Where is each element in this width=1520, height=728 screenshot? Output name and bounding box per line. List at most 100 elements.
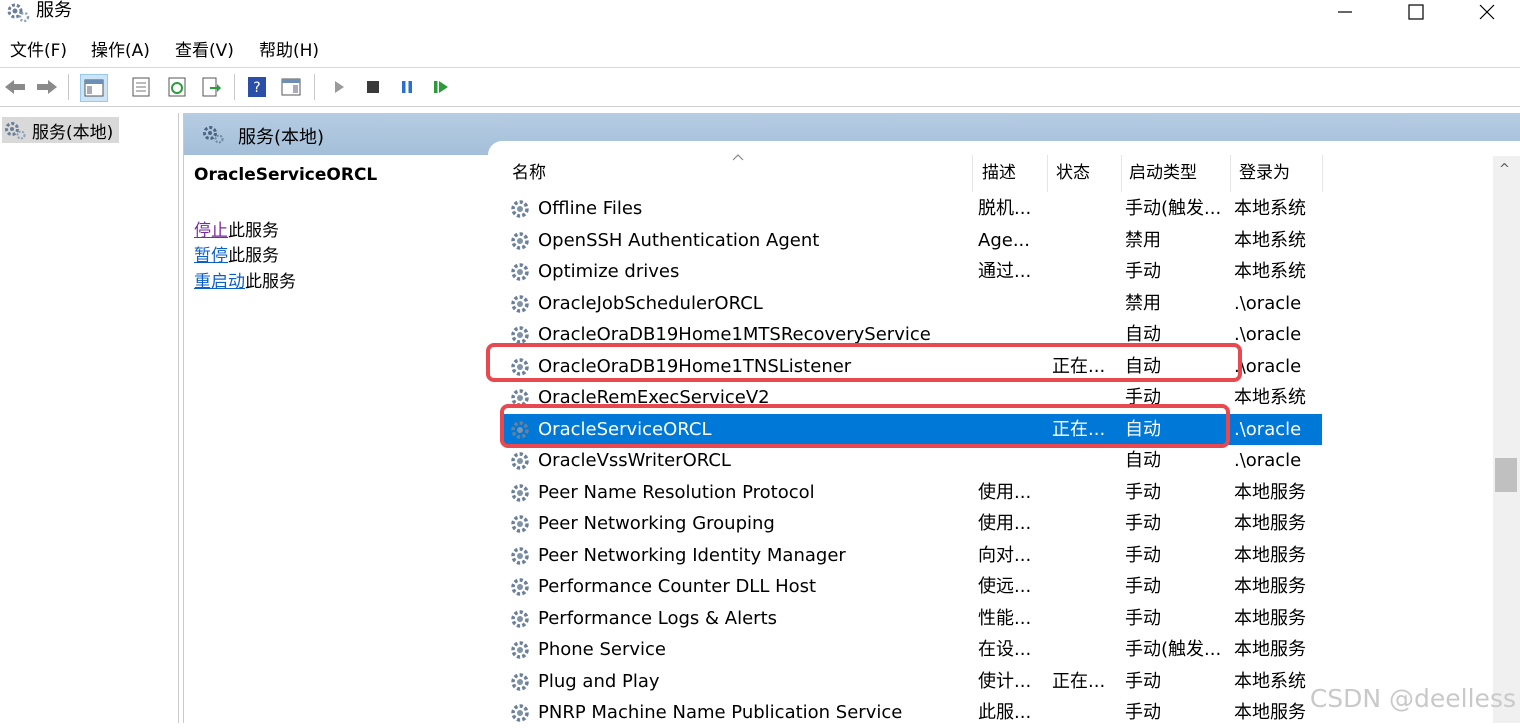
maximize-button[interactable] bbox=[1381, 0, 1451, 24]
back-arrow-icon bbox=[5, 80, 25, 94]
column-header-logon-as[interactable]: 登录为 bbox=[1233, 155, 1323, 192]
properties-button[interactable] bbox=[128, 74, 154, 100]
menu-bar: 文件(F) 操作(A) 查看(V) 帮助(H) bbox=[0, 36, 1520, 66]
service-startup-type: 自动 bbox=[1125, 450, 1161, 471]
service-row[interactable]: PNRP Machine Name Publication Service 此服.… bbox=[504, 697, 1322, 728]
stop-icon bbox=[367, 81, 379, 93]
export-list-button[interactable] bbox=[198, 74, 224, 100]
service-description: 在设... bbox=[978, 639, 1032, 660]
service-name: Performance Counter DLL Host bbox=[538, 576, 817, 597]
service-description: 使用... bbox=[978, 481, 1032, 503]
window-title: 服务 bbox=[36, 0, 72, 21]
restart-action: 重启动此服务 bbox=[194, 270, 296, 294]
tree-item-label: 服务(本地) bbox=[32, 122, 114, 143]
console-tree-icon bbox=[84, 79, 104, 97]
column-header-name[interactable]: 名称 bbox=[506, 155, 973, 192]
scrollbar-thumb[interactable] bbox=[1495, 458, 1517, 492]
service-description: Age... bbox=[978, 229, 1030, 251]
column-header-description[interactable]: 描述 bbox=[976, 155, 1048, 192]
pause-action-suffix: 此服务 bbox=[228, 246, 279, 266]
refresh-button[interactable] bbox=[164, 74, 190, 100]
service-startup-type: 手动 bbox=[1125, 670, 1161, 692]
service-logon-as: 本地服务 bbox=[1234, 702, 1306, 723]
column-header-startup-type[interactable]: 启动类型 bbox=[1123, 155, 1231, 192]
service-name: Plug and Play bbox=[538, 670, 660, 692]
service-row[interactable]: OpenSSH Authentication Agent Age... 禁用 本地系统 bbox=[504, 225, 1322, 256]
service-startup-type: 禁用 bbox=[1125, 229, 1161, 251]
service-row[interactable]: Peer Networking Identity Manager 向对... 手动 本… bbox=[504, 540, 1322, 571]
service-row[interactable]: Offline Files 脱机... 手动(触发... 本地系统 bbox=[504, 193, 1322, 224]
title-bar: 服务 bbox=[0, 0, 1520, 34]
toolbar-separator bbox=[314, 74, 315, 100]
service-detail-pane: OracleServiceORCL 停止此服务 暂停此服务 重启动此服务 bbox=[184, 155, 496, 723]
service-logon-as: 本地服务 bbox=[1234, 607, 1306, 629]
service-row[interactable]: Peer Name Resolution Protocol 使用... 手动 本地服务 bbox=[504, 477, 1322, 508]
stop-service-button[interactable] bbox=[360, 74, 386, 100]
restart-service-button[interactable] bbox=[428, 74, 454, 100]
stop-action-suffix: 此服务 bbox=[228, 221, 279, 241]
watermark: CSDN @deelless bbox=[1309, 684, 1516, 713]
service-gear-icon bbox=[511, 546, 529, 565]
service-row[interactable]: OracleJobSchedulerORCL 禁用 .\oracle bbox=[504, 288, 1322, 319]
column-header-status[interactable]: 状态 bbox=[1050, 155, 1122, 192]
properties-icon bbox=[132, 77, 150, 97]
service-name: OpenSSH Authentication Agent bbox=[538, 229, 820, 251]
menu-action[interactable]: 操作(A) bbox=[91, 40, 150, 62]
service-gear-icon bbox=[511, 578, 529, 596]
restart-action-suffix: 此服务 bbox=[245, 272, 296, 292]
play-icon bbox=[335, 81, 344, 93]
pause-service-button[interactable] bbox=[394, 74, 420, 100]
service-name: PNRP Machine Name Publication Service bbox=[538, 702, 903, 723]
show-hide-console-tree-button[interactable] bbox=[80, 74, 108, 102]
service-name: Peer Networking Identity Manager bbox=[538, 544, 846, 566]
services-gear-icon bbox=[5, 122, 26, 140]
stop-service-link[interactable]: 停止 bbox=[194, 221, 228, 241]
service-logon-as: 本地服务 bbox=[1234, 639, 1306, 660]
service-name: Optimize drives bbox=[538, 261, 680, 282]
menu-view[interactable]: 查看(V) bbox=[175, 40, 234, 62]
scroll-up-icon[interactable]: ^ bbox=[1499, 162, 1510, 177]
service-logon-as: 本地服务 bbox=[1234, 481, 1306, 503]
menu-file[interactable]: 文件(F) bbox=[10, 40, 67, 62]
back-button[interactable] bbox=[2, 74, 28, 100]
service-name: OracleVssWriterORCL bbox=[538, 450, 731, 471]
vertical-scrollbar[interactable]: ^ bbox=[1493, 156, 1520, 723]
tree-item-services-local[interactable]: 服务(本地) bbox=[2, 117, 120, 143]
service-startup-type: 手动(触发... bbox=[1125, 198, 1222, 219]
show-action-pane-button[interactable] bbox=[278, 74, 304, 100]
svg-text:?: ? bbox=[253, 80, 260, 96]
restart-service-link[interactable]: 重启动 bbox=[194, 272, 245, 292]
panel-title: 服务(本地) bbox=[238, 127, 325, 148]
action-pane-icon bbox=[281, 78, 301, 96]
service-name: Phone Service bbox=[538, 639, 667, 660]
service-status: 正在... bbox=[1052, 670, 1106, 692]
service-row[interactable]: Phone Service 在设... 手动(触发... 本地服务 bbox=[504, 634, 1322, 665]
service-row[interactable]: Performance Counter DLL Host 使远... 手动 本地服务 bbox=[504, 571, 1322, 602]
service-startup-type: 手动 bbox=[1125, 576, 1161, 597]
pause-service-link[interactable]: 暂停 bbox=[194, 246, 228, 266]
service-gear-icon bbox=[511, 609, 529, 628]
service-logon-as: .\oracle bbox=[1234, 355, 1302, 377]
service-row[interactable]: Plug and Play 使计... 正在... 手动 本地系统 bbox=[504, 666, 1322, 697]
help-icon: ? bbox=[248, 77, 266, 97]
service-gear-icon bbox=[511, 452, 529, 470]
service-row[interactable]: OracleVssWriterORCL 自动 .\oracle bbox=[504, 445, 1322, 476]
service-row[interactable]: Performance Logs & Alerts 性能... 手动 本地服务 bbox=[504, 603, 1322, 634]
service-row[interactable]: Peer Networking Grouping 使用... 手动 本地服务 bbox=[504, 508, 1322, 539]
close-button[interactable] bbox=[1452, 0, 1520, 24]
start-service-button[interactable] bbox=[326, 74, 352, 100]
menu-help[interactable]: 帮助(H) bbox=[259, 40, 319, 62]
service-row[interactable]: Optimize drives 通过... 手动 本地系统 bbox=[504, 256, 1322, 287]
services-app-icon bbox=[7, 3, 30, 23]
highlight-box-tns-listener bbox=[486, 343, 1242, 382]
stop-action: 停止此服务 bbox=[194, 219, 279, 243]
forward-button[interactable] bbox=[34, 74, 60, 100]
minimize-button[interactable] bbox=[1310, 0, 1380, 24]
service-startup-type: 禁用 bbox=[1125, 292, 1161, 314]
pause-action: 暂停此服务 bbox=[194, 244, 279, 268]
help-button[interactable]: ? bbox=[244, 74, 270, 100]
service-name: Performance Logs & Alerts bbox=[538, 607, 778, 629]
service-gear-icon bbox=[511, 231, 529, 250]
selected-service-name: OracleServiceORCL bbox=[194, 165, 378, 185]
forward-arrow-icon bbox=[37, 80, 57, 94]
